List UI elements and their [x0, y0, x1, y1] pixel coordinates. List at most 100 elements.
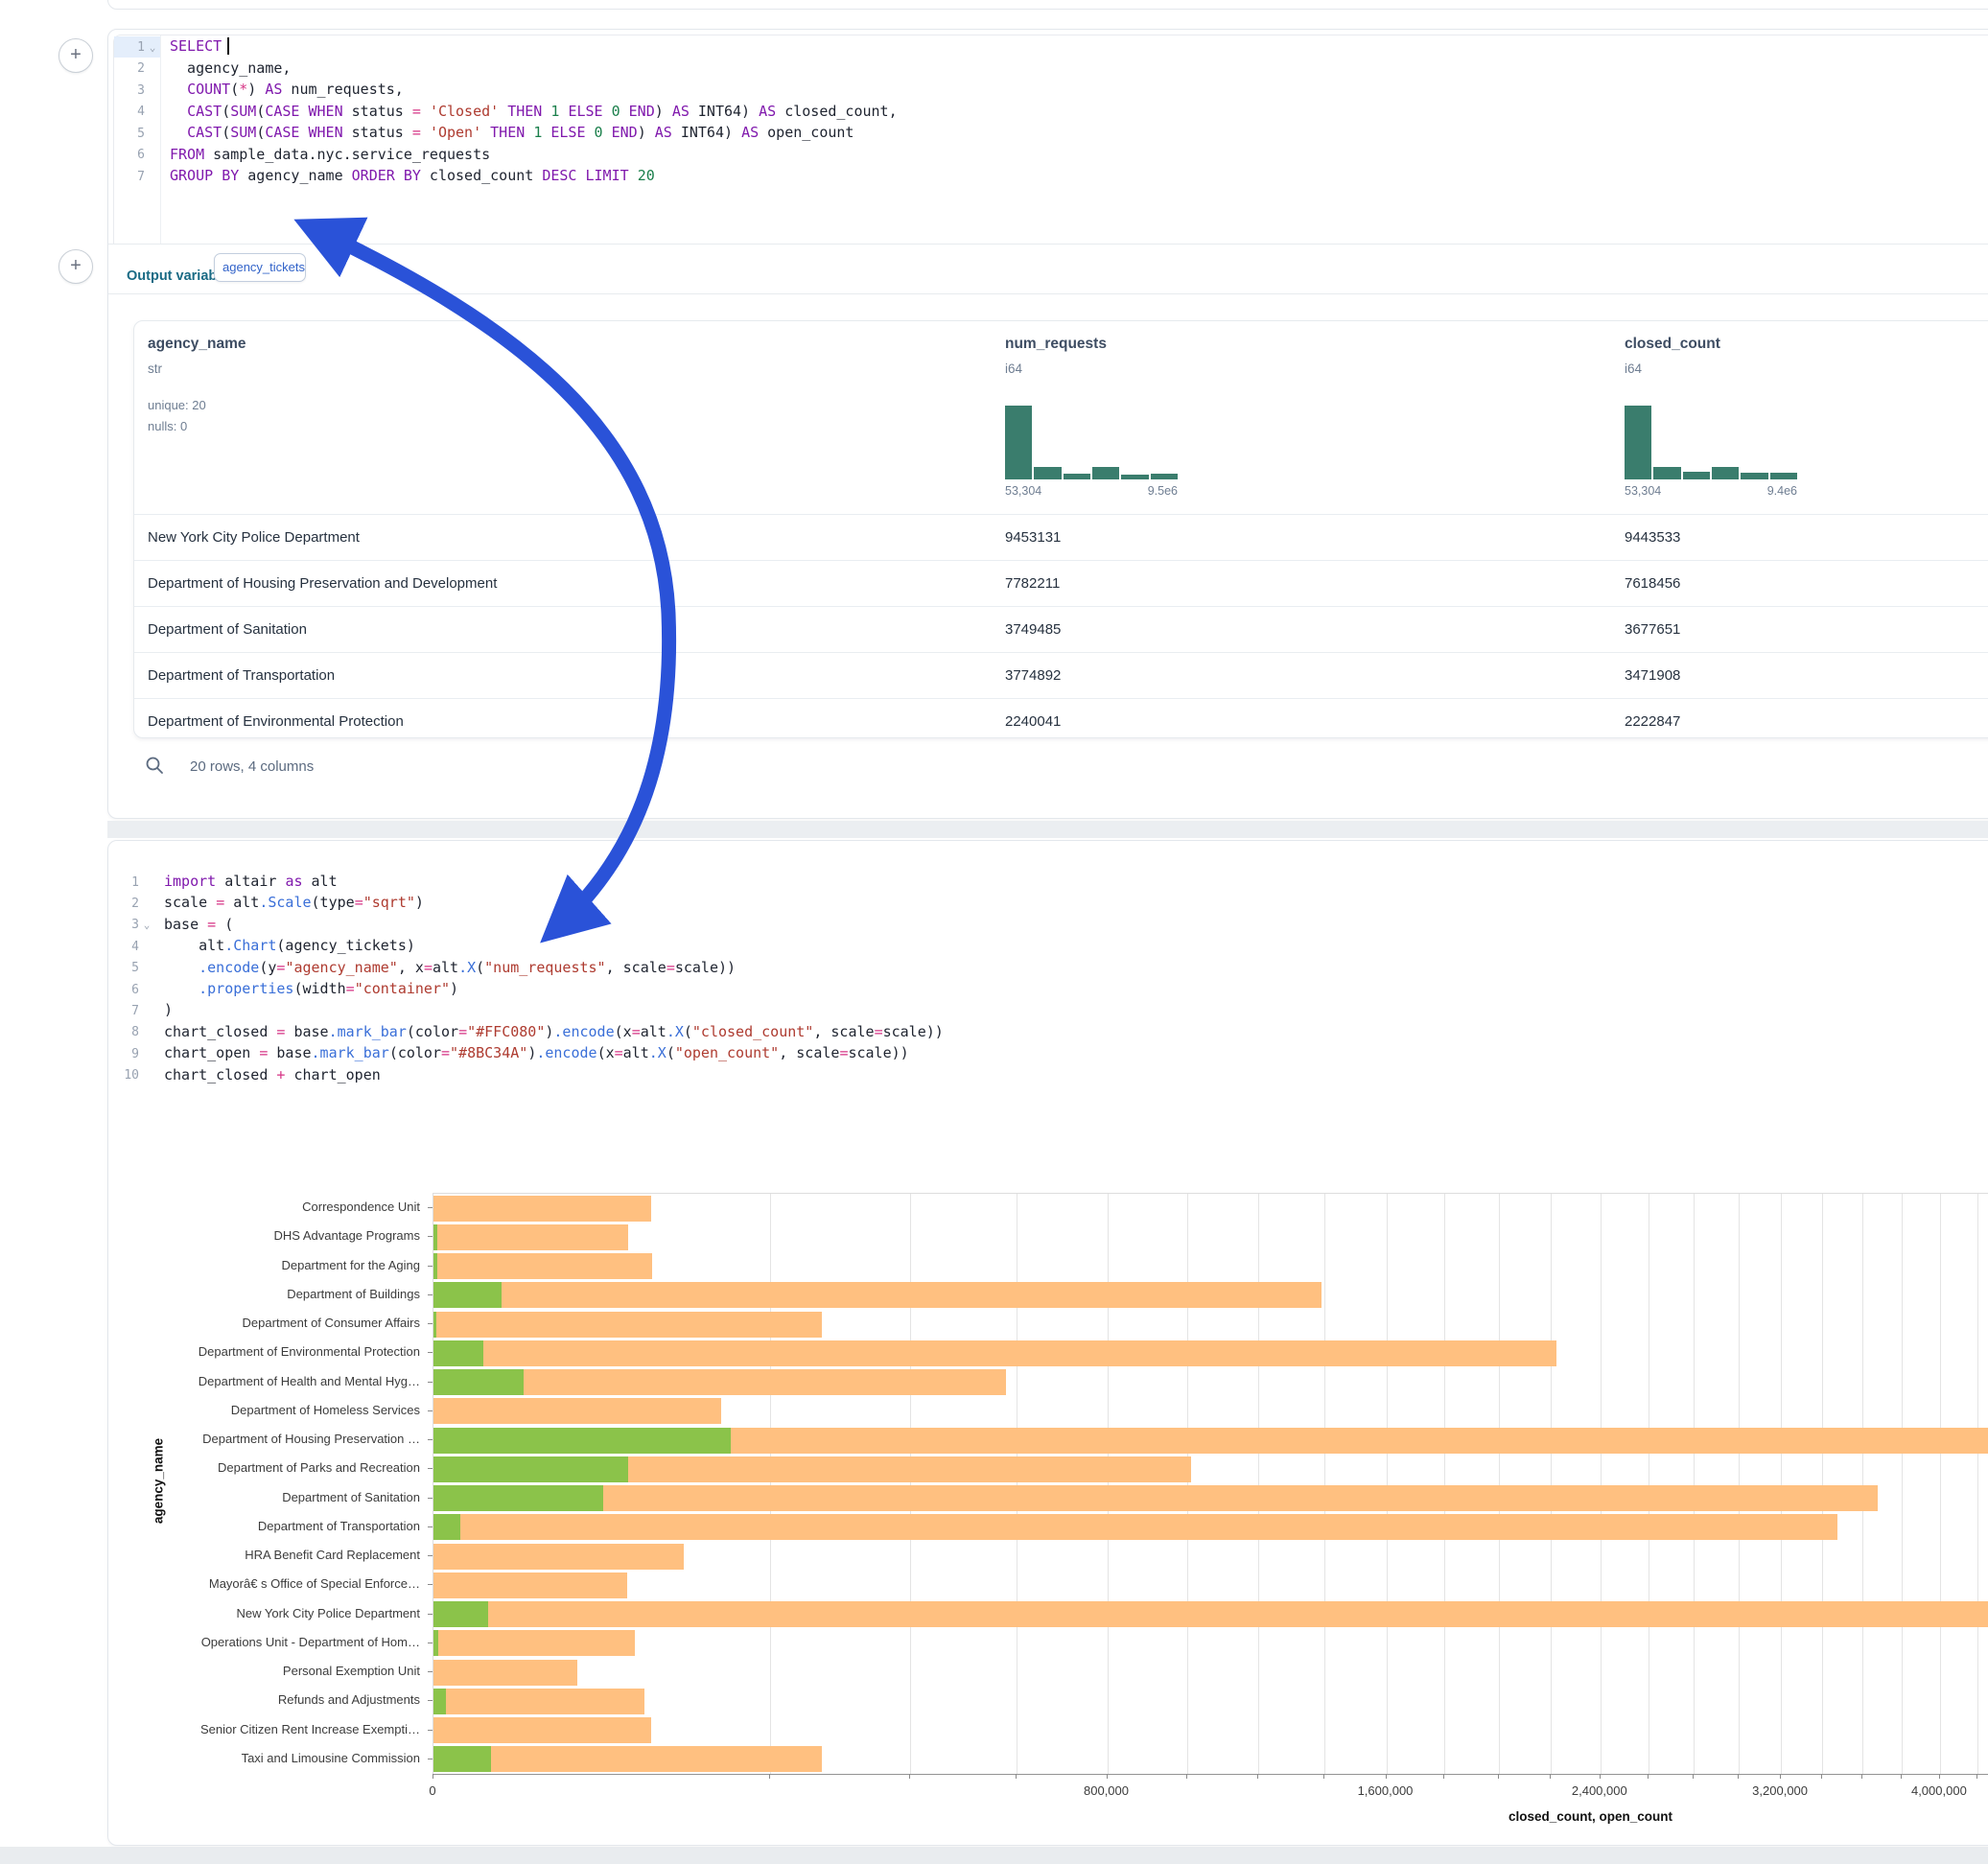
bar-open-count [433, 1282, 502, 1308]
y-axis-category-label: Department of Consumer Affairs [132, 1316, 420, 1330]
x-axis-tick-label: 0 [429, 1783, 435, 1798]
bar-closed-count [433, 1398, 721, 1424]
code-line: 1import altair as alt [108, 872, 1988, 894]
gridline [1940, 1194, 1941, 1774]
table-cell: 9453131 [1005, 515, 1061, 561]
table-cell: 3677651 [1625, 607, 1680, 653]
sql-cell-card: 1⌄SELECT2 agency_name,3 COUNT(*) AS num_… [107, 29, 1988, 819]
bar-closed-count [433, 1660, 577, 1686]
add-cell-button-middle[interactable]: + [58, 249, 93, 284]
y-axis-tick [428, 1555, 433, 1556]
search-icon[interactable] [145, 756, 164, 775]
column-histogram [1005, 406, 1178, 479]
histogram-bar [1121, 475, 1148, 479]
column-header[interactable]: closed_count [1625, 336, 1720, 353]
column-stat: unique: 20 [148, 398, 206, 412]
table-cell: 7782211 [1005, 561, 1060, 607]
bar-closed-count [433, 1717, 651, 1743]
code-line: 5 CAST(SUM(CASE WHEN status = 'Open' THE… [114, 123, 1988, 145]
column-stat: nulls: 0 [148, 419, 187, 433]
histogram-bar [1034, 467, 1061, 479]
table-row: Department of Housing Preservation and D… [134, 560, 1988, 607]
bar-closed-count [433, 1253, 652, 1279]
table-cell: Department of Environmental Protection [148, 699, 404, 738]
column-histogram [1625, 406, 1797, 479]
code-text: base = ( [164, 916, 233, 933]
y-axis-tick [428, 1584, 433, 1585]
y-axis-tick [428, 1410, 433, 1411]
y-axis-category-label: New York City Police Department [132, 1606, 420, 1620]
histogram-bar [1770, 473, 1797, 479]
code-line: 9chart_open = base.mark_bar(color="#8BC3… [108, 1043, 1988, 1065]
code-text: .properties(width="container") [164, 980, 458, 997]
code-text: agency_name, [170, 59, 291, 77]
x-axis-tick [1323, 1774, 1324, 1779]
y-axis-category-label: Personal Exemption Unit [132, 1664, 420, 1678]
add-cell-button-top[interactable]: + [58, 38, 93, 73]
table-cell: 9443533 [1625, 515, 1680, 561]
line-number: 4 [114, 105, 145, 119]
y-axis-tick [428, 1526, 433, 1527]
line-number: 3 [108, 918, 139, 932]
code-line: 10chart_closed + chart_open [108, 1065, 1988, 1087]
python-code-editor[interactable]: 1import altair as alt2scale = alt.Scale(… [108, 872, 1988, 1121]
y-axis-tick [428, 1439, 433, 1440]
x-axis-tick [1780, 1774, 1781, 1779]
code-line: 6FROM sample_data.nyc.service_requests [114, 145, 1988, 167]
bar-closed-count [433, 1485, 1878, 1511]
y-axis-category-label: Senior Citizen Rent Increase Exempti… [132, 1722, 420, 1736]
code-text: CAST(SUM(CASE WHEN status = 'Closed' THE… [170, 103, 898, 120]
x-axis-tick-label: 800,000 [1084, 1783, 1129, 1798]
column-type: str [148, 361, 162, 376]
histogram-bar [1741, 473, 1767, 479]
output-variable-pill[interactable]: agency_tickets [214, 253, 306, 282]
x-axis-tick-label: 1,600,000 [1358, 1783, 1414, 1798]
y-axis-category-label: Department of Environmental Protection [132, 1344, 420, 1359]
code-line: 4 CAST(SUM(CASE WHEN status = 'Closed' T… [114, 102, 1988, 124]
gridline [1862, 1194, 1863, 1774]
code-text: GROUP BY agency_name ORDER BY closed_cou… [170, 167, 655, 184]
x-axis-tick [1648, 1774, 1649, 1779]
sql-code-editor[interactable]: 1⌄SELECT2 agency_name,3 COUNT(*) AS num_… [113, 35, 1988, 245]
histogram-bar [1712, 467, 1739, 479]
table-cell: 3774892 [1005, 653, 1061, 699]
x-axis-tick [1693, 1774, 1694, 1779]
column-header[interactable]: num_requests [1005, 336, 1107, 353]
y-axis-category-label: Department for the Aging [132, 1258, 420, 1272]
gridline [1187, 1194, 1188, 1774]
y-axis-category-label: HRA Benefit Card Replacement [132, 1548, 420, 1562]
x-axis-tick [1186, 1774, 1187, 1779]
line-number: 1 [108, 875, 139, 890]
x-axis-tick [1386, 1774, 1387, 1779]
chart-y-axis-title: agency_name [152, 1194, 166, 1769]
bar-open-count [433, 1485, 603, 1511]
text-cursor [227, 37, 229, 55]
code-text: alt.Chart(agency_tickets) [164, 937, 415, 954]
gridline [770, 1194, 771, 1774]
gridline [1977, 1194, 1978, 1774]
bar-closed-count [433, 1196, 651, 1222]
y-axis-category-label: Department of Housing Preservation … [132, 1432, 420, 1446]
bar-open-count [433, 1601, 488, 1627]
line-number: 2 [114, 61, 145, 76]
y-axis-tick [428, 1352, 433, 1353]
fold-chevron-icon[interactable]: ⌄ [145, 41, 160, 54]
y-axis-category-label: Department of Parks and Recreation [132, 1460, 420, 1475]
column-header[interactable]: agency_name [148, 336, 246, 353]
code-text: chart_closed = base.mark_bar(color="#FFC… [164, 1023, 944, 1040]
bar-closed-count [433, 1746, 822, 1772]
histogram-bar [1092, 467, 1119, 479]
y-axis-category-label: Mayorâ€ s Office of Special Enforce… [132, 1576, 420, 1591]
fold-chevron-icon[interactable]: ⌄ [139, 919, 154, 931]
line-number: 3 [114, 83, 145, 98]
gridline [1387, 1194, 1388, 1774]
bar-closed-count [433, 1689, 644, 1714]
histogram-bar [1005, 406, 1032, 479]
bar-open-count [433, 1630, 438, 1656]
y-axis-category-label: Refunds and Adjustments [132, 1692, 420, 1707]
table-cell: New York City Police Department [148, 515, 360, 561]
table-cell: 3749485 [1005, 607, 1061, 653]
line-number: 7 [108, 1004, 139, 1018]
x-axis-tick-label: 3,200,000 [1752, 1783, 1808, 1798]
bar-open-count [433, 1689, 446, 1714]
